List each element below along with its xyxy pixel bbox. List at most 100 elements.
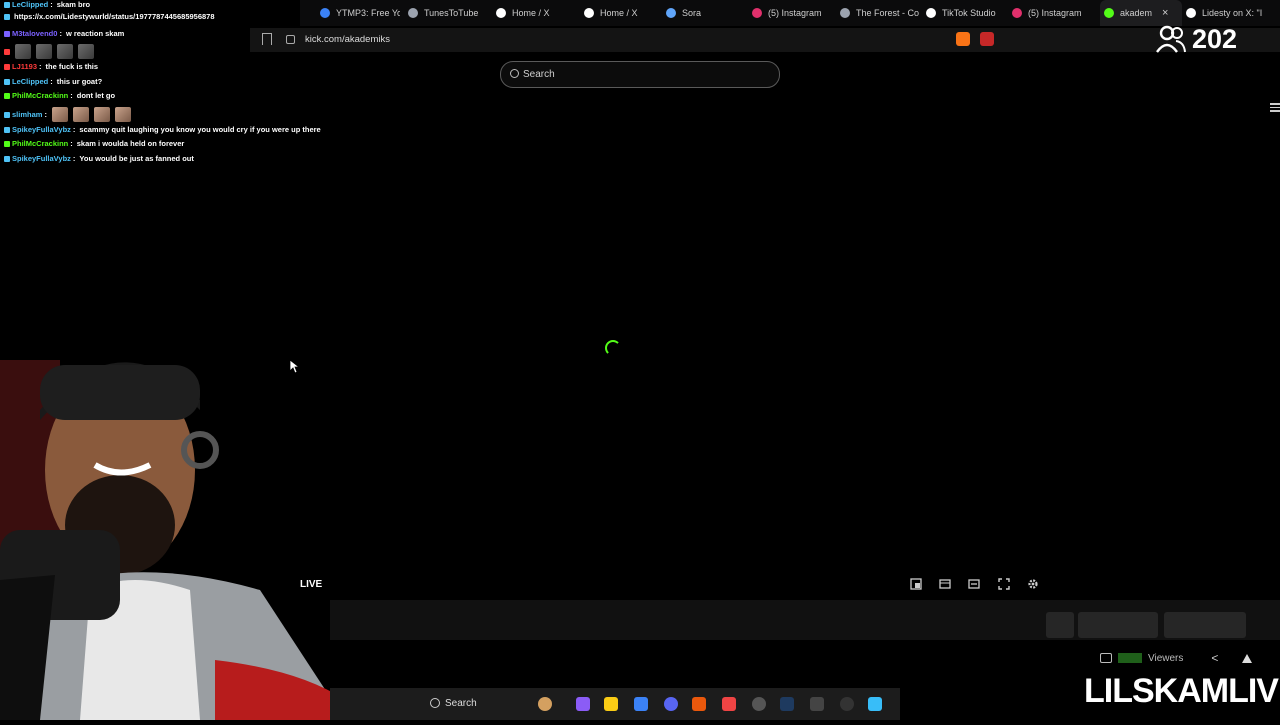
chat-username[interactable]: LJ1193 — [12, 62, 37, 71]
address-bar[interactable]: kick.com/akademiks — [250, 28, 1280, 52]
theater-mode-icon[interactable] — [939, 578, 951, 590]
chat-username[interactable]: slimham — [12, 110, 42, 119]
taskbar-fl-studio-icon[interactable] — [692, 697, 706, 711]
url-text[interactable]: kick.com/akademiks — [305, 34, 390, 45]
browser-tab[interactable]: Home / X — [584, 0, 664, 26]
miniplayer-icon[interactable] — [910, 578, 922, 590]
chat-emote-icon — [78, 44, 94, 59]
browser-tab-label: The Forest - Co — [856, 8, 920, 18]
chat-username[interactable]: SpikeyFullaVybz — [12, 154, 71, 163]
browser-tab[interactable]: TunesToTube — [408, 0, 488, 26]
browser-tab[interactable]: Home / X — [496, 0, 576, 26]
chat-text: https://x.com/Lidestywurld/status/197778… — [14, 12, 215, 21]
taskbar-copilot-icon[interactable] — [576, 697, 590, 711]
taskbar-4k-icon[interactable] — [840, 697, 854, 711]
taskbar-steam-icon[interactable] — [780, 697, 794, 711]
chat-message: LeClipped : skam bro — [4, 0, 90, 9]
chat-badge-icon — [4, 78, 10, 85]
chat-separator: : — [70, 91, 73, 100]
browser-tab-label: Lidesty on X: "I — [1202, 8, 1263, 18]
bookmark-icon[interactable] — [262, 33, 272, 45]
chat-message — [4, 44, 94, 59]
chat-emote-icon — [36, 44, 52, 59]
browser-tab-label: (5) Instagram — [768, 8, 822, 18]
chat-badge-icon — [4, 155, 10, 162]
taskbar-widget-icon[interactable] — [538, 697, 552, 711]
browser-tab[interactable]: The Forest - Co — [840, 0, 920, 26]
chat-message: LeClipped : this ur goat? — [4, 77, 102, 86]
browser-tab[interactable]: (5) Instagram — [752, 0, 832, 26]
tunestotube-icon — [408, 8, 418, 18]
browser-tab-label: akadem — [1120, 8, 1153, 18]
taskbar-search-icon — [430, 698, 440, 708]
chat-emote-icon — [72, 107, 89, 122]
chat-username[interactable]: LeClipped — [12, 0, 48, 9]
chat-username[interactable]: M3talovend0 — [12, 29, 57, 38]
browser-tab[interactable]: TikTok Studio — [926, 0, 1006, 26]
settings-gear-icon[interactable] — [1027, 578, 1039, 590]
chat-message: PhilMcCrackinn : dont let go — [4, 91, 115, 100]
chat-text: dont let go — [76, 91, 116, 100]
chat-badge-icon — [4, 30, 10, 37]
chat-separator: : — [50, 0, 53, 9]
chat-message: slimham : — [4, 107, 131, 122]
tiktok-icon — [926, 8, 936, 18]
brave-shield-icon[interactable] — [956, 32, 970, 46]
site-search-input[interactable]: Search — [500, 61, 780, 88]
browser-tab-bar: YTMP3: Free Yo TunesToTube Home / X Home / … — [300, 0, 1280, 26]
browser-tab-label: (5) Instagram — [1028, 8, 1082, 18]
menu-icon[interactable] — [1270, 103, 1280, 114]
chat-emote-icon — [114, 107, 131, 122]
search-placeholder: Search — [523, 69, 555, 80]
chat-text: scammy quit laughing you know you would … — [79, 125, 321, 134]
chat-badge-icon — [4, 1, 10, 8]
taskbar-brave-icon[interactable] — [722, 697, 736, 711]
chat-message: LJ1193 : the fuck is this — [4, 62, 98, 71]
browser-tab[interactable]: YTMP3: Free Yo — [320, 0, 400, 26]
streamer-watermark: LILSKAMLIVE — [1084, 672, 1280, 710]
x-icon — [1186, 8, 1196, 18]
browser-tab[interactable]: Sora — [666, 0, 746, 26]
chat-username[interactable]: PhilMcCrackinn — [12, 91, 68, 100]
share-icon[interactable]: < — [1211, 651, 1218, 665]
chat-username[interactable]: PhilMcCrackinn — [12, 139, 68, 148]
wide-mode-icon[interactable] — [968, 578, 980, 590]
viewer-count-placeholder — [1118, 653, 1142, 663]
chat-separator: : — [44, 110, 47, 119]
chat-username[interactable]: LeClipped — [12, 77, 48, 86]
taskbar-obs-icon[interactable] — [752, 697, 766, 711]
x-icon — [496, 8, 506, 18]
gift-button-placeholder[interactable] — [1164, 612, 1246, 638]
chat-badge-icon — [4, 111, 10, 118]
forest-icon — [840, 8, 850, 18]
chat-separator: : — [50, 77, 53, 86]
ytmp3-icon — [320, 8, 330, 18]
chat-emote-icon — [57, 44, 73, 59]
close-tab-icon[interactable]: × — [1162, 7, 1168, 19]
viewer-count: 202 — [1192, 23, 1238, 54]
taskbar-store-icon[interactable] — [634, 697, 648, 711]
chat-username[interactable]: SpikeyFullaVybz — [12, 125, 71, 134]
subscribe-button-placeholder[interactable] — [1078, 612, 1158, 638]
chat-text: the fuck is this — [45, 62, 99, 71]
chat-emote-icon — [15, 44, 31, 59]
browser-tab[interactable]: (5) Instagram — [1012, 0, 1092, 26]
webcam-overlay — [0, 330, 345, 720]
browser-tab-label: TunesToTube — [424, 8, 479, 18]
follow-button-placeholder[interactable] — [1046, 612, 1074, 638]
chat-badge-icon — [4, 92, 10, 99]
x-icon — [584, 8, 594, 18]
site-info-icon[interactable] — [286, 35, 295, 44]
report-icon[interactable] — [1242, 653, 1253, 663]
chat-badge-icon — [4, 140, 10, 147]
taskbar-app-icon[interactable] — [810, 697, 824, 711]
loading-spinner-icon — [605, 340, 621, 356]
taskbar-discord-icon[interactable] — [664, 697, 678, 711]
chat-text: w reaction skam — [65, 29, 125, 38]
brave-rewards-icon[interactable] — [980, 32, 994, 46]
fullscreen-icon[interactable] — [998, 578, 1010, 590]
taskbar-file-explorer-icon[interactable] — [604, 697, 618, 711]
chat-badge-icon — [4, 126, 10, 133]
taskbar-notepad-icon[interactable] — [868, 697, 882, 711]
taskbar-search-input[interactable]: Search — [445, 698, 477, 709]
